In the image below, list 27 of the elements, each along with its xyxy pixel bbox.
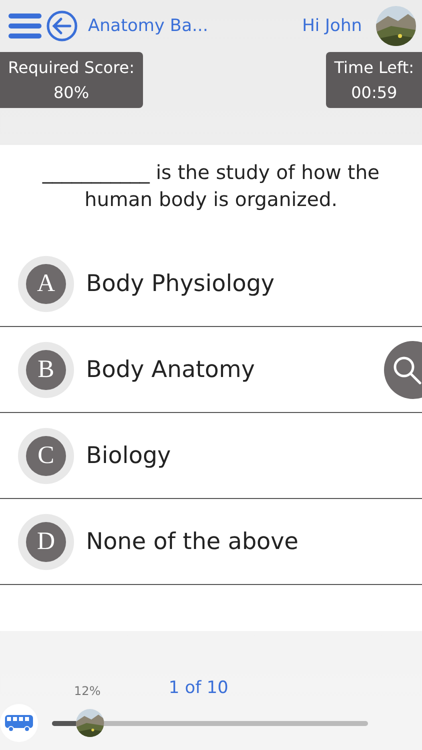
back-icon[interactable] bbox=[46, 10, 78, 42]
answer-option[interactable]: A Body Physiology bbox=[0, 241, 422, 327]
stat-value: 00:59 bbox=[351, 82, 398, 104]
option-text: Biology bbox=[86, 442, 171, 468]
option-letter: C bbox=[26, 436, 66, 476]
option-text: None of the above bbox=[86, 528, 298, 554]
answer-option[interactable]: B Body Anatomy bbox=[0, 327, 422, 413]
answer-option[interactable]: D None of the above bbox=[0, 499, 422, 585]
greeting: Hi John bbox=[302, 16, 362, 36]
option-letter: D bbox=[26, 522, 66, 562]
slider-thumb[interactable] bbox=[76, 708, 104, 736]
stat-value: 80% bbox=[53, 82, 90, 104]
option-text: Body Physiology bbox=[86, 270, 275, 296]
bus-icon bbox=[4, 714, 34, 732]
answer-option[interactable]: C Biology bbox=[0, 413, 422, 499]
option-letter: A bbox=[26, 264, 66, 304]
question-text: ___________ is the study of how the human body is organized. bbox=[41, 160, 381, 213]
search-icon bbox=[392, 354, 422, 384]
stat-label: Required Score: bbox=[8, 57, 134, 79]
progress-percent: 12% bbox=[74, 684, 101, 698]
option-text: Body Anatomy bbox=[86, 356, 255, 382]
option-letter: B bbox=[26, 350, 66, 390]
quiz-title: Anatomy Ba... bbox=[88, 16, 210, 36]
menu-icon[interactable] bbox=[8, 13, 42, 39]
question-counter: 1 of 10 bbox=[168, 678, 228, 698]
bus-button[interactable] bbox=[0, 704, 38, 742]
stat-label: Time Left: bbox=[334, 57, 414, 79]
